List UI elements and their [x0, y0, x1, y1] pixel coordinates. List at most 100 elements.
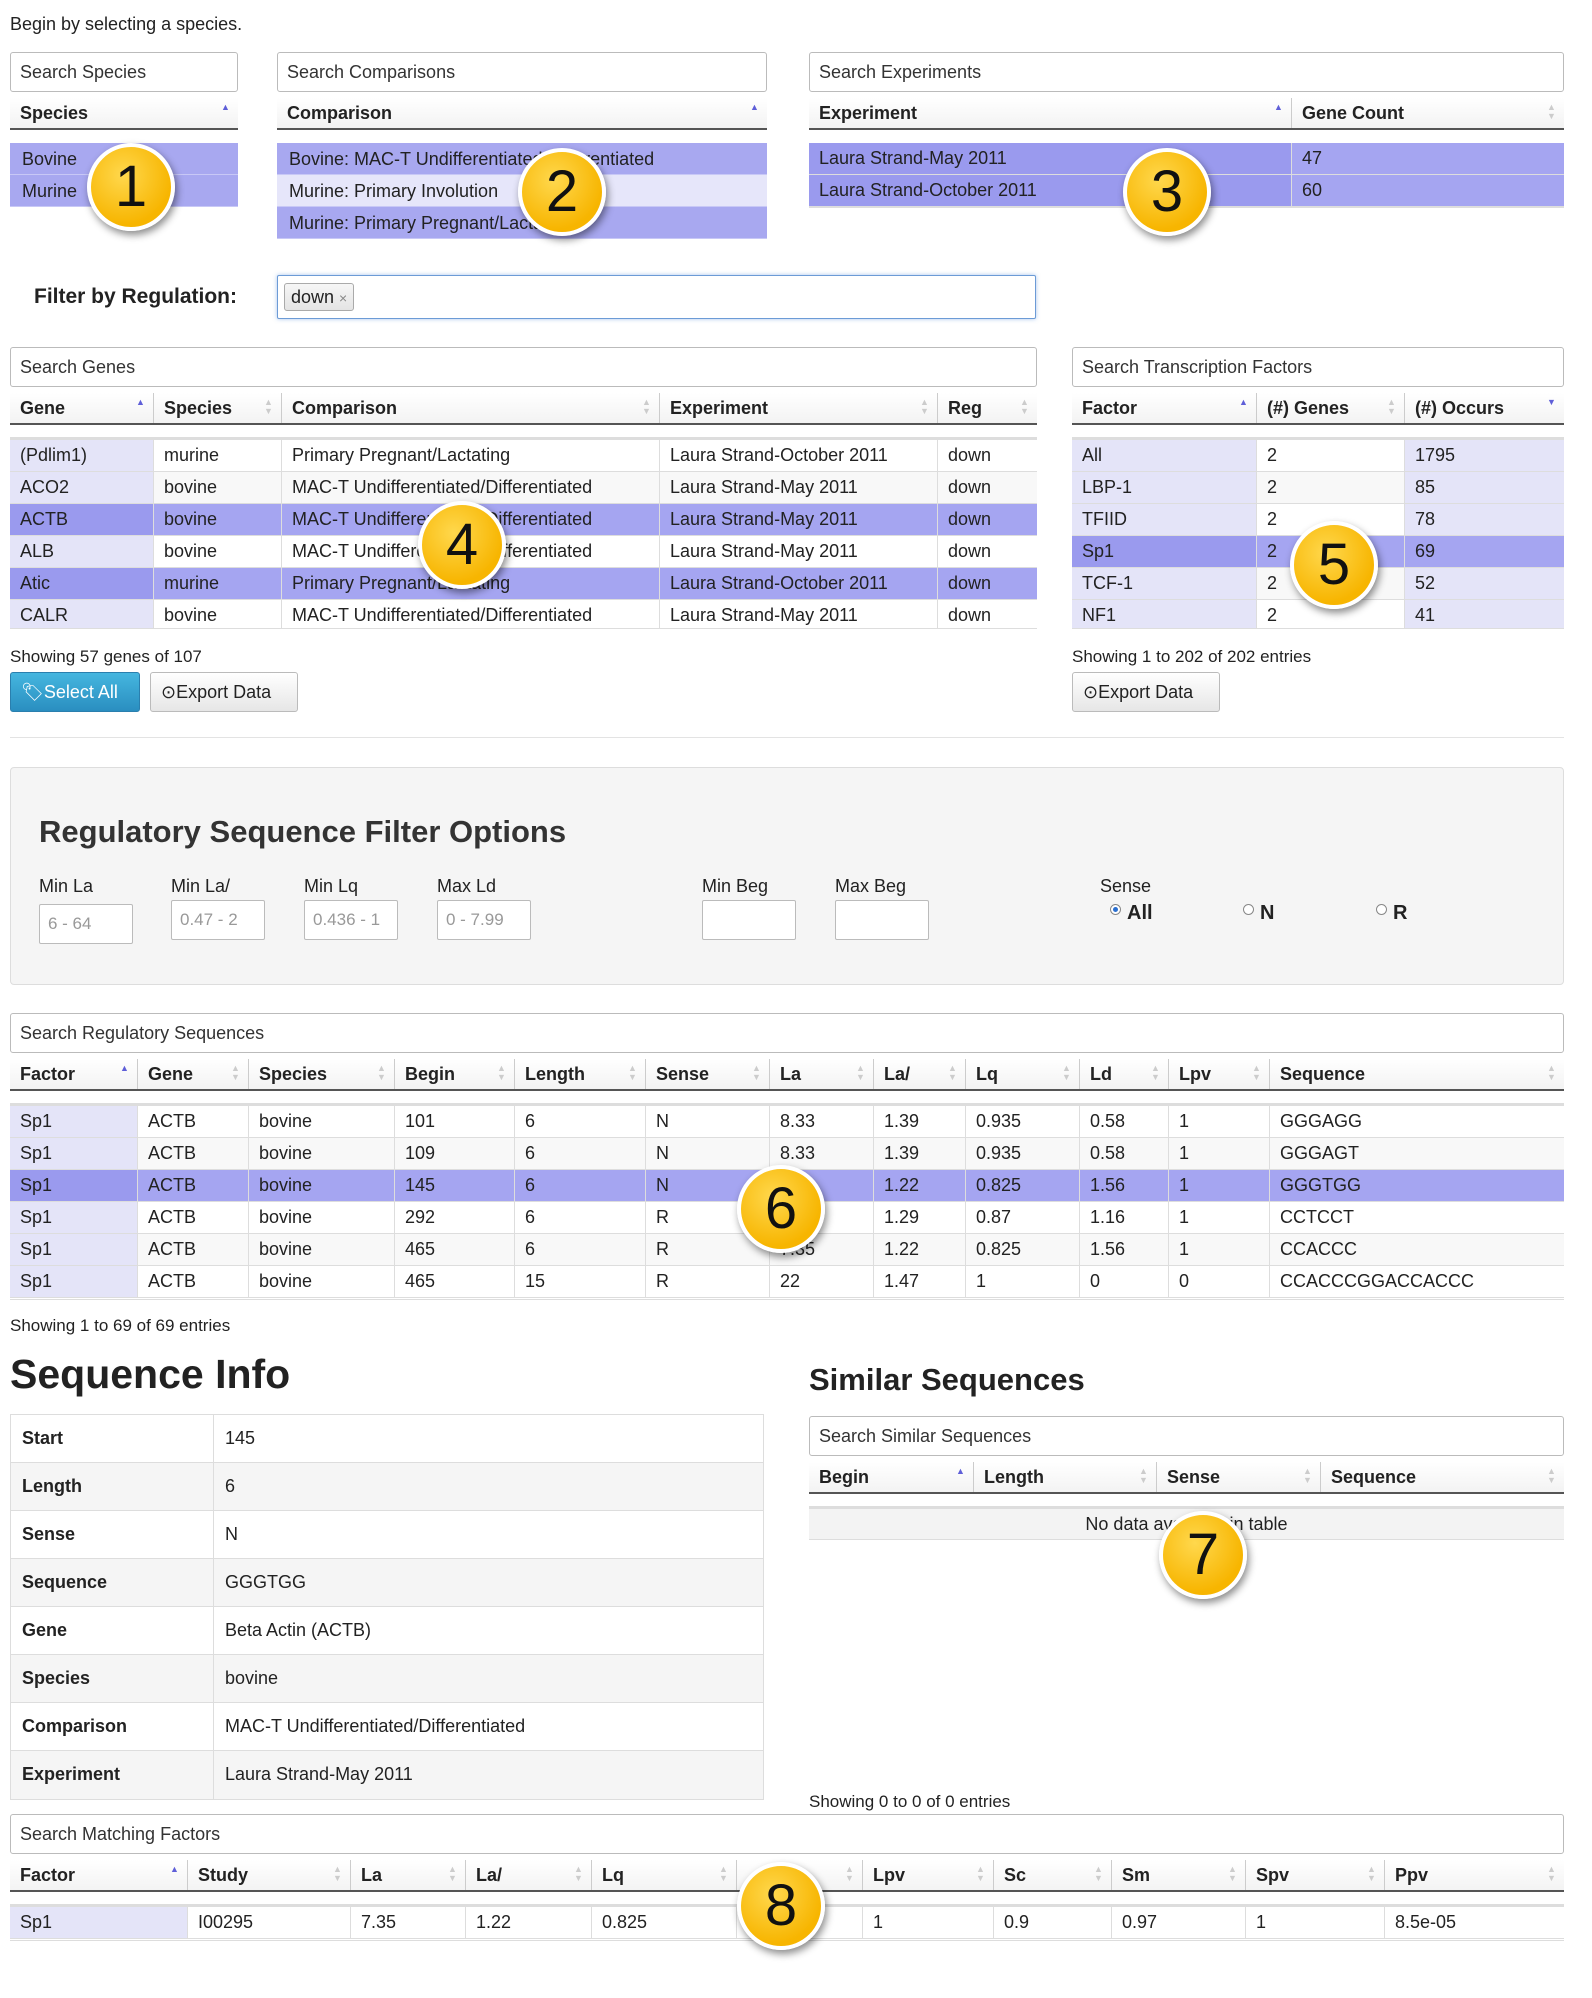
sense-radio-r[interactable]: R — [1376, 902, 1407, 925]
table-row[interactable]: Atic murine Primary Pregnant/Lactating Laur… — [10, 568, 1037, 600]
regulation-filter-input[interactable]: down × — [277, 275, 1036, 319]
lq-column-header[interactable]: Lq ▲ ▼ — [591, 1860, 736, 1890]
comparison-search-input[interactable]: Search Comparisons — [277, 52, 767, 92]
factor-column-header[interactable]: Factor ▲ — [1072, 393, 1256, 423]
species-search-input[interactable]: Search Species — [10, 52, 238, 92]
header-label: Lq — [602, 1865, 624, 1885]
lpv-column-header[interactable]: Lpv ▲ ▼ — [862, 1860, 993, 1890]
min-la-input[interactable]: 6 - 64 — [39, 904, 133, 944]
table-row[interactable]: Sp1 ACTB bovine 101 6 N 8.33 1.39 0.935 0.58 1 GGGA… — [10, 1106, 1564, 1138]
species-column-header[interactable]: Species ▲ — [10, 98, 238, 128]
table-row[interactable]: LBP-1 2 85 — [1072, 472, 1564, 504]
select-all-button[interactable]: 🏷Select All — [10, 672, 140, 712]
la-column-header[interactable]: La ▲ ▼ — [769, 1059, 873, 1089]
sc-column-header[interactable]: Sc ▲ ▼ — [993, 1860, 1111, 1890]
la-ratio-column-header[interactable]: La/ ▲ ▼ — [465, 1860, 591, 1890]
gene-column-header[interactable]: Gene ▲ — [10, 393, 153, 423]
matching-factors-search-input[interactable]: Search Matching Factors — [10, 1814, 1564, 1854]
reg-column-header[interactable]: Reg ▲ ▼ — [937, 393, 1037, 423]
sort-icon: ▲ ▼ — [1094, 1864, 1103, 1883]
ld-column-header[interactable]: Ld ▲ ▼ — [1079, 1059, 1168, 1089]
max-beg-input[interactable] — [835, 900, 929, 940]
min-lq-input[interactable]: 0.436 - 1 — [304, 900, 398, 940]
table-row[interactable]: CALR bovine MAC-T Undifferentiated/Differe… — [10, 600, 1037, 628]
sort-icon: ▲ ▼ — [574, 1864, 583, 1883]
length-column-header[interactable]: Length ▲ ▼ — [973, 1462, 1156, 1492]
sort-icon: ▲ ▼ — [264, 397, 273, 416]
table-cell: 1 — [1168, 1170, 1269, 1201]
study-column-header[interactable]: Study ▲ ▼ — [187, 1860, 350, 1890]
table-cell: bovine — [153, 504, 281, 535]
export-genes-button[interactable]: ⊙Export Data — [150, 672, 298, 712]
gene-count-column-header[interactable]: Gene Count ▲ ▼ — [1291, 98, 1564, 128]
similar-search-input[interactable]: Search Similar Sequences — [809, 1416, 1564, 1456]
gene-search-input[interactable]: Search Genes — [10, 347, 1037, 387]
sense-column-header[interactable]: Sense ▲ ▼ — [645, 1059, 769, 1089]
sense-column-header[interactable]: Sense ▲ ▼ — [1156, 1462, 1320, 1492]
reg-seq-search-input[interactable]: Search Regulatory Sequences — [10, 1013, 1564, 1053]
experiment-column-header[interactable]: Experiment ▲ — [809, 98, 1291, 128]
table-row[interactable]: Sp1 ACTB bovine 465 15 R 22 1.47 1 0 0 CCACCCGGACCA… — [10, 1266, 1564, 1298]
table-cell: 1 — [965, 1266, 1079, 1297]
table-cell: ALB — [10, 536, 153, 567]
sort-icon: ▲ ▼ — [1547, 1864, 1556, 1883]
min-la-ratio-input[interactable]: 0.47 - 2 — [171, 900, 265, 940]
table-cell: 1 — [1168, 1234, 1269, 1265]
occurs-column-header[interactable]: (#) Occurs ▼ — [1404, 393, 1564, 423]
comparison-column-header[interactable]: Comparison ▲ ▼ — [281, 393, 659, 423]
table-cell: 0.935 — [965, 1138, 1079, 1169]
la-ratio-column-header[interactable]: La/ ▲ ▼ — [873, 1059, 965, 1089]
genes-count-column-header[interactable]: (#) Genes ▲ ▼ — [1256, 393, 1404, 423]
length-column-header[interactable]: Length ▲ ▼ — [514, 1059, 645, 1089]
sense-radio-all[interactable]: All — [1110, 902, 1153, 925]
sense-radio-n[interactable]: N — [1243, 902, 1274, 925]
remove-tag-icon[interactable]: × — [339, 290, 347, 306]
factor-search-input[interactable]: Search Transcription Factors — [1072, 347, 1564, 387]
table-cell: 0.825 — [965, 1234, 1079, 1265]
table-row[interactable]: ALBbovineMAC-T Undifferentiated/Differen… — [10, 536, 1037, 568]
table-cell: 1.22 — [873, 1170, 965, 1201]
header-label: Study — [198, 1865, 249, 1885]
sequence-column-header[interactable]: Sequence ▲ ▼ — [1320, 1462, 1564, 1492]
spv-column-header[interactable]: Spv ▲ ▼ — [1245, 1860, 1384, 1890]
lpv-column-header[interactable]: Lpv ▲ ▼ — [1168, 1059, 1269, 1089]
experiment-search-input[interactable]: Search Experiments — [809, 52, 1564, 92]
min-beg-input[interactable] — [702, 900, 796, 940]
header-label: (#) Genes — [1267, 398, 1350, 418]
gene-column-header[interactable]: Gene ▲ ▼ — [137, 1059, 248, 1089]
min-la-ratio-label: Min La/ — [171, 876, 231, 896]
step-badge-2: 2 — [518, 148, 606, 236]
list-item[interactable]: Bovine: MAC-T Undifferentiated/Different… — [277, 143, 767, 175]
table-row[interactable]: All 2 1795 — [1072, 440, 1564, 472]
sm-column-header[interactable]: Sm ▲ ▼ — [1111, 1860, 1245, 1890]
species-column-header[interactable]: Species ▲ ▼ — [153, 393, 281, 423]
species-column-header[interactable]: Species ▲ ▼ — [248, 1059, 394, 1089]
table-cell: 0 — [1168, 1266, 1269, 1297]
begin-column-header[interactable]: Begin ▲ — [809, 1462, 973, 1492]
table-cell: GGGAGG — [1269, 1106, 1564, 1137]
export-factors-button[interactable]: ⊙Export Data — [1072, 672, 1220, 712]
factor-column-header[interactable]: Factor ▲ — [10, 1860, 187, 1890]
sequence-column-header[interactable]: Sequence ▲ ▼ — [1269, 1059, 1564, 1089]
la-column-header[interactable]: La ▲ ▼ — [350, 1860, 465, 1890]
table-row[interactable]: ACO2 bovine MAC-T Undifferentiated/Differe… — [10, 472, 1037, 504]
regulation-filter-label: Filter by Regulation: — [34, 285, 238, 308]
table-cell: 465 — [394, 1266, 514, 1297]
max-ld-input[interactable]: 0 - 7.99 — [437, 900, 531, 940]
table-cell: 0.935 — [965, 1106, 1079, 1137]
lq-column-header[interactable]: Lq ▲ ▼ — [965, 1059, 1079, 1089]
table-row[interactable]: ACTBbovineMAC-T Undifferentiated/Differe… — [10, 504, 1037, 536]
table-row[interactable]: (Pdlim1) murine Primary Pregnant/Lactating… — [10, 440, 1037, 472]
comparison-column-header[interactable]: Comparison ▲ — [277, 98, 767, 128]
info-key: Sequence — [11, 1559, 214, 1606]
similar-table-header: Begin ▲ Length ▲ ▼ Sense ▲ ▼ Sequence ▲ ▼ — [809, 1462, 1564, 1494]
sort-icon: ▲ ▼ — [856, 1063, 865, 1082]
factor-column-header[interactable]: Factor ▲ — [10, 1059, 137, 1089]
divider — [10, 737, 1564, 738]
begin-column-header[interactable]: Begin ▲ ▼ — [394, 1059, 514, 1089]
experiment-column-header[interactable]: Experiment ▲ ▼ — [659, 393, 937, 423]
sort-icon: ▲ ▼ — [1387, 397, 1396, 416]
radio-label: N — [1260, 902, 1275, 924]
ppv-column-header[interactable]: Ppv ▲ ▼ — [1384, 1860, 1564, 1890]
table-cell: 0.58 — [1079, 1106, 1168, 1137]
